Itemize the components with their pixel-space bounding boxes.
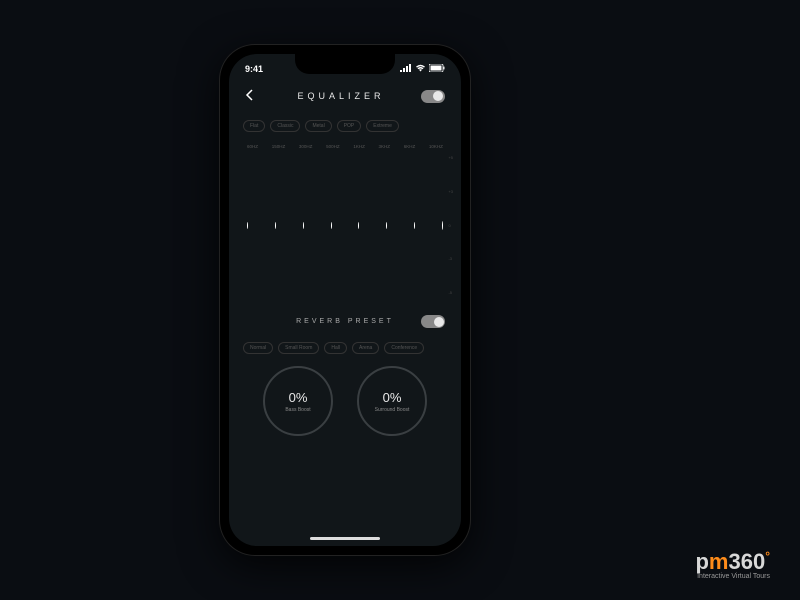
home-indicator[interactable]	[310, 537, 380, 540]
eq-band	[442, 155, 443, 295]
eq-slider-handle[interactable]	[275, 222, 276, 229]
reverb-preset-pill[interactable]: Conference	[384, 342, 424, 354]
eq-slider-handle[interactable]	[303, 222, 304, 229]
freq-label: 150HZ	[272, 144, 286, 149]
freq-label: 500HZ	[326, 144, 340, 149]
eq-preset-pill[interactable]: Classic	[270, 120, 300, 132]
eq-band	[303, 155, 304, 295]
freq-label: 3KHZ	[379, 144, 391, 149]
eq-preset-pill[interactable]: Extreme	[366, 120, 399, 132]
wifi-icon	[415, 64, 426, 74]
signal-icon	[400, 64, 412, 74]
eq-slider-handle[interactable]	[358, 222, 359, 229]
reverb-toggle[interactable]	[421, 315, 445, 328]
bass-label: Bass Boost	[285, 407, 310, 413]
notch	[295, 54, 395, 74]
eq-band	[275, 155, 276, 295]
reverb-preset-pill[interactable]: Hall	[324, 342, 347, 354]
battery-icon	[429, 64, 445, 74]
equalizer-toggle[interactable]	[421, 90, 445, 103]
eq-band	[386, 155, 387, 295]
freq-label: 10KHZ	[429, 144, 443, 149]
page-title: EQUALIZER	[297, 91, 384, 101]
eq-preset-pill[interactable]: POP	[337, 120, 362, 132]
brand-logo: pm360°	[695, 549, 770, 575]
reverb-preset-pill[interactable]: Arena	[352, 342, 379, 354]
app-header: EQUALIZER	[229, 80, 461, 114]
phone-frame: 9:41 EQUALIZER Flat Classic	[220, 45, 470, 555]
equalizer-grid: +5 +3 0 -3 -5	[247, 155, 443, 295]
reverb-preset-row: Normal Small Room Hall Arena Conference	[229, 342, 461, 354]
reverb-title: REVERB PRESET	[269, 318, 421, 325]
eq-band	[331, 155, 332, 295]
reverb-header: REVERB PRESET	[229, 303, 461, 336]
phone-screen: 9:41 EQUALIZER Flat Classic	[229, 54, 461, 546]
eq-band	[414, 155, 415, 295]
eq-slider-handle[interactable]	[331, 222, 332, 229]
surround-value: 0%	[383, 390, 402, 405]
eq-slider-handle[interactable]	[247, 222, 248, 229]
eq-preset-pill[interactable]: Flat	[243, 120, 265, 132]
db-scale: +5 +3 0 -3 -5	[448, 155, 453, 295]
status-time: 9:41	[245, 64, 263, 74]
eq-preset-pill[interactable]: Metal	[305, 120, 331, 132]
reverb-preset-pill[interactable]: Small Room	[278, 342, 319, 354]
surround-label: Surround Boost	[375, 407, 410, 413]
back-button[interactable]	[245, 88, 261, 104]
brand-watermark: pm360° Interactive Virtual Tours	[695, 549, 770, 580]
freq-label: 60HZ	[247, 144, 258, 149]
status-icons	[400, 64, 445, 74]
reverb-preset-pill[interactable]: Normal	[243, 342, 273, 354]
bass-value: 0%	[289, 390, 308, 405]
eq-slider-handle[interactable]	[386, 222, 387, 229]
eq-band	[358, 155, 359, 295]
eq-slider-handle[interactable]	[442, 221, 443, 230]
brand-tagline: Interactive Virtual Tours	[695, 573, 770, 580]
freq-label: 1KHZ	[353, 144, 365, 149]
eq-slider-handle[interactable]	[414, 222, 415, 229]
boost-knobs: 0% Bass Boost 0% Surround Boost	[229, 366, 461, 436]
eq-preset-row: Flat Classic Metal POP Extreme	[229, 120, 461, 132]
freq-label: 6KHZ	[404, 144, 416, 149]
surround-boost-knob[interactable]: 0% Surround Boost	[357, 366, 427, 436]
frequency-labels: 60HZ 150HZ 300HZ 500HZ 1KHZ 3KHZ 6KHZ 10…	[229, 138, 461, 151]
bass-boost-knob[interactable]: 0% Bass Boost	[263, 366, 333, 436]
freq-label: 300HZ	[299, 144, 313, 149]
eq-band	[247, 155, 248, 295]
